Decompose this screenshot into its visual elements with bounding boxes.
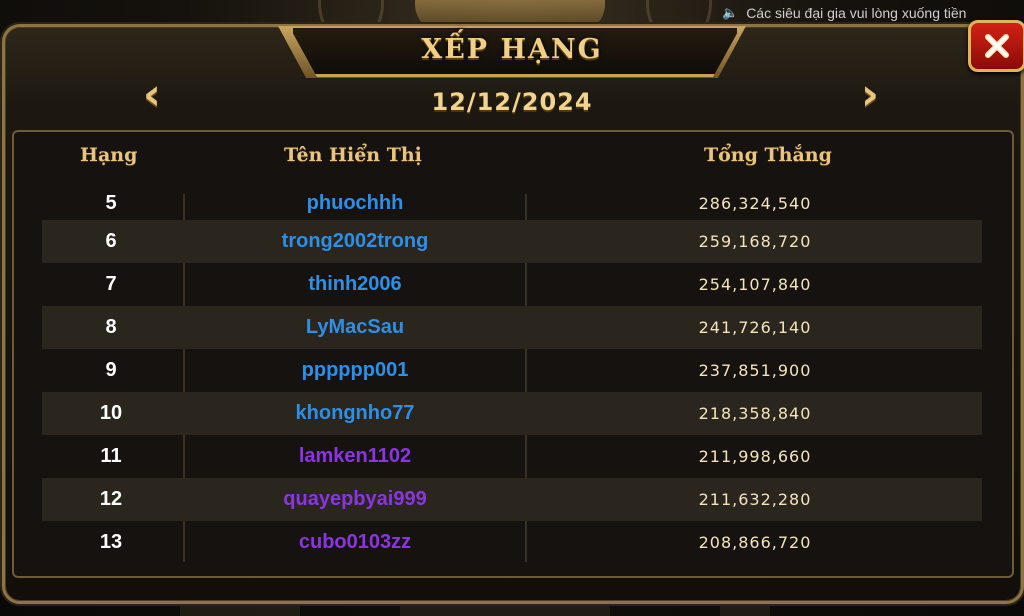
total-win-cell: 259,168,720	[698, 232, 812, 251]
table-row: 10 khongnho77 218,358,840	[42, 392, 982, 435]
column-header-rank: Hạng	[80, 144, 138, 166]
total-win-cell: 211,998,660	[698, 447, 812, 466]
player-name[interactable]: khongnho77	[184, 402, 526, 425]
table-row: 6 trong2002trong 259,168,720	[42, 220, 982, 263]
table-row: 11 lamken1102 211,998,660	[42, 435, 982, 478]
table-row: 5 phuochhh 286,324,540	[42, 182, 982, 225]
table-row: 13 cubo0103zz 208,866,720	[42, 521, 982, 564]
table-header: Hạng Tên Hiển Thị Tổng Thắng	[14, 138, 1008, 182]
table-row: 8 LyMacSau 241,726,140	[42, 306, 982, 349]
rank-cell: 10	[99, 402, 123, 424]
table-row: 12 quayepbyai999 211,632,280	[42, 478, 982, 521]
player-name[interactable]: LyMacSau	[184, 316, 526, 339]
chevron-right-icon[interactable]: ›	[850, 72, 890, 118]
total-win-cell: 208,866,720	[698, 533, 812, 552]
player-name[interactable]: cubo0103zz	[184, 531, 526, 554]
date-label: 12/12/2024	[431, 88, 593, 116]
player-name[interactable]: lamken1102	[184, 445, 526, 468]
table-body[interactable]: 5 phuochhh 286,324,540 6 trong2002trong …	[42, 182, 982, 564]
player-name[interactable]: pppppp001	[184, 359, 526, 382]
table-row: 7 thinh2006 254,107,840	[42, 263, 982, 306]
player-name[interactable]: phuochhh	[184, 192, 526, 215]
total-win-cell: 241,726,140	[698, 318, 812, 337]
rank-cell: 6	[105, 230, 117, 252]
player-name[interactable]: trong2002trong	[184, 230, 526, 253]
table-row: 9 pppppp001 237,851,900	[42, 349, 982, 392]
total-win-cell: 254,107,840	[698, 275, 812, 294]
total-win-cell: 286,324,540	[698, 194, 812, 213]
rank-cell: 8	[105, 316, 117, 338]
rank-cell: 13	[99, 531, 123, 553]
close-icon	[985, 34, 1009, 58]
speaker-icon: 🔈	[722, 5, 739, 20]
column-header-display-name: Tên Hiển Thị	[284, 144, 422, 166]
chevron-left-icon[interactable]: ‹	[132, 72, 172, 118]
total-win-cell: 211,632,280	[698, 490, 812, 509]
rank-cell: 11	[100, 445, 122, 467]
rank-cell: 12	[99, 488, 123, 510]
ticker-text: Các siêu đại gia vui lòng xuống tiền	[746, 5, 967, 21]
player-name[interactable]: quayepbyai999	[184, 488, 526, 511]
rank-cell: 9	[105, 359, 117, 381]
close-button[interactable]	[968, 20, 1024, 72]
total-win-cell: 218,358,840	[698, 404, 812, 423]
total-win-cell: 237,851,900	[698, 361, 812, 380]
player-name[interactable]: thinh2006	[184, 273, 526, 296]
page-title: XẾP HẠNG	[421, 34, 603, 65]
rank-cell: 7	[105, 273, 117, 295]
rank-cell: 5	[105, 192, 117, 214]
column-header-total-win: Tổng Thắng	[704, 144, 832, 166]
